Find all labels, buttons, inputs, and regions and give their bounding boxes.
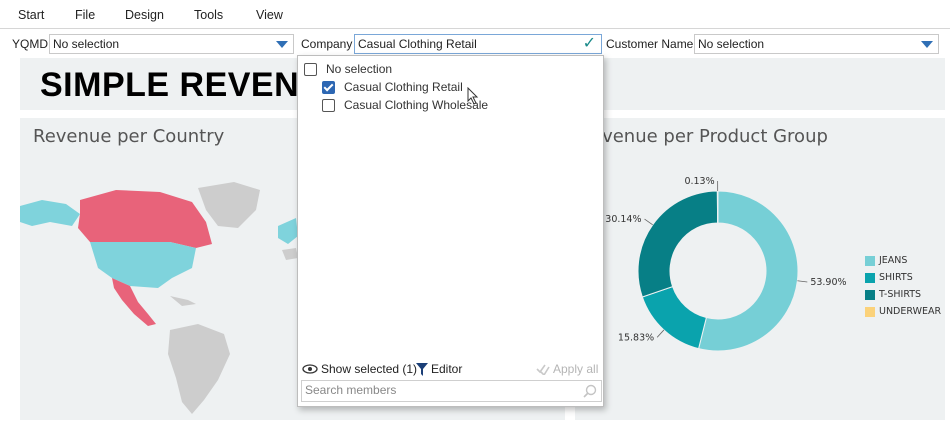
label-leader-line <box>656 329 665 338</box>
legend-swatch <box>865 306 875 317</box>
company-value: Casual Clothing Retail <box>358 37 477 51</box>
legend-item-shirts[interactable]: SHIRTS <box>865 272 913 283</box>
company-select[interactable]: Casual Clothing Retail ✓ <box>354 34 602 54</box>
search-input[interactable] <box>302 381 578 399</box>
show-selected-button[interactable]: Show selected (1) <box>302 362 417 376</box>
checkbox-icon[interactable] <box>304 62 317 76</box>
legend-label: SHIRTS <box>879 272 913 283</box>
map-region-europe-edge <box>278 218 298 244</box>
menu-tools[interactable]: Tools <box>194 8 223 22</box>
legend-swatch <box>865 272 875 283</box>
no-selection-label: No selection <box>326 62 393 76</box>
map-region-canada <box>78 190 212 248</box>
legend-item-underwear[interactable]: UNDERWEAR <box>865 306 941 317</box>
list-item-casual-clothing-retail[interactable]: Casual Clothing Retail <box>322 80 463 94</box>
legend-label: T-SHIRTS <box>879 289 922 300</box>
slice-label-jeans: 53.90% <box>810 277 846 288</box>
customer-value: No selection <box>698 37 765 51</box>
checkbox-icon[interactable] <box>322 98 335 112</box>
apply-all-label: Apply all <box>553 362 599 376</box>
slice-label-t-shirts: 30.14% <box>605 214 641 225</box>
slice-label-underwear: 0.13% <box>684 176 714 187</box>
legend-swatch <box>865 289 875 300</box>
legend-label: UNDERWEAR <box>879 306 942 317</box>
list-item-label: Casual Clothing Retail <box>344 80 463 94</box>
menu-view[interactable]: View <box>256 8 283 22</box>
eye-icon <box>302 364 318 374</box>
map-region-usa <box>90 242 196 288</box>
chevron-down-icon <box>921 41 933 48</box>
yqmd-select[interactable]: No selection <box>49 34 294 54</box>
donut-chart: 53.90% 15.83% 30.14% 0.13% <box>605 176 847 352</box>
checkbox-checked-icon[interactable] <box>322 80 335 94</box>
slice-label-shirts: 15.83% <box>618 332 654 343</box>
map-region-caribbean <box>170 296 196 306</box>
donut-slice-underwear[interactable] <box>716 190 719 224</box>
double-check-icon <box>536 364 550 375</box>
yqmd-value: No selection <box>53 37 120 51</box>
map-region-south-america <box>168 324 230 414</box>
search-members-box <box>301 380 602 402</box>
confirm-check-icon[interactable]: ✓ <box>583 35 596 53</box>
mouse-cursor-icon <box>467 87 479 105</box>
company-label: Company <box>301 37 353 51</box>
legend-item-t-shirts[interactable]: T-SHIRTS <box>865 289 921 300</box>
legend-label: JEANS <box>879 255 908 266</box>
menu-start[interactable]: Start <box>18 8 44 22</box>
map-region-iberia-edge <box>282 248 298 260</box>
no-selection-option[interactable]: No selection <box>304 62 392 76</box>
donut-slice-t-shirts[interactable] <box>637 190 719 298</box>
product-panel: evenue per Product Group 53.90% 15.83% 30.… <box>575 118 945 420</box>
filter-funnel-icon <box>416 362 428 376</box>
dashboard-title: SIMPLE REVENU <box>40 66 325 104</box>
menu-bar: Start File Design Tools View <box>0 0 950 29</box>
apply-all-button[interactable]: Apply all <box>536 362 598 376</box>
map-region-greenland <box>198 182 260 228</box>
yqmd-label: YQMD <box>12 37 48 51</box>
label-leader-line <box>797 280 808 283</box>
menu-design[interactable]: Design <box>125 8 164 22</box>
customer-select[interactable]: No selection <box>694 34 939 54</box>
map-region-alaska <box>20 200 80 226</box>
list-item-casual-clothing-wholesale[interactable]: Casual Clothing Wholesale <box>322 98 488 112</box>
filter-bar: YQMD No selection Company Casual Clothin… <box>0 29 950 57</box>
chevron-down-icon <box>276 41 288 48</box>
company-dropdown-popup: No selection Casual Clothing Retail Casu… <box>297 55 604 407</box>
popup-footer: Show selected (1) Editor Apply all <box>298 358 603 380</box>
editor-label: Editor <box>431 362 463 376</box>
legend-swatch <box>865 255 875 266</box>
menu-file[interactable]: File <box>75 8 95 22</box>
editor-button[interactable]: Editor <box>416 362 462 376</box>
search-icon[interactable] <box>583 384 597 398</box>
label-leader-line <box>644 218 653 226</box>
customer-label: Customer Name <box>606 37 694 51</box>
show-selected-label: Show selected (1) <box>321 362 418 376</box>
legend-item-jeans[interactable]: JEANS <box>865 255 907 266</box>
